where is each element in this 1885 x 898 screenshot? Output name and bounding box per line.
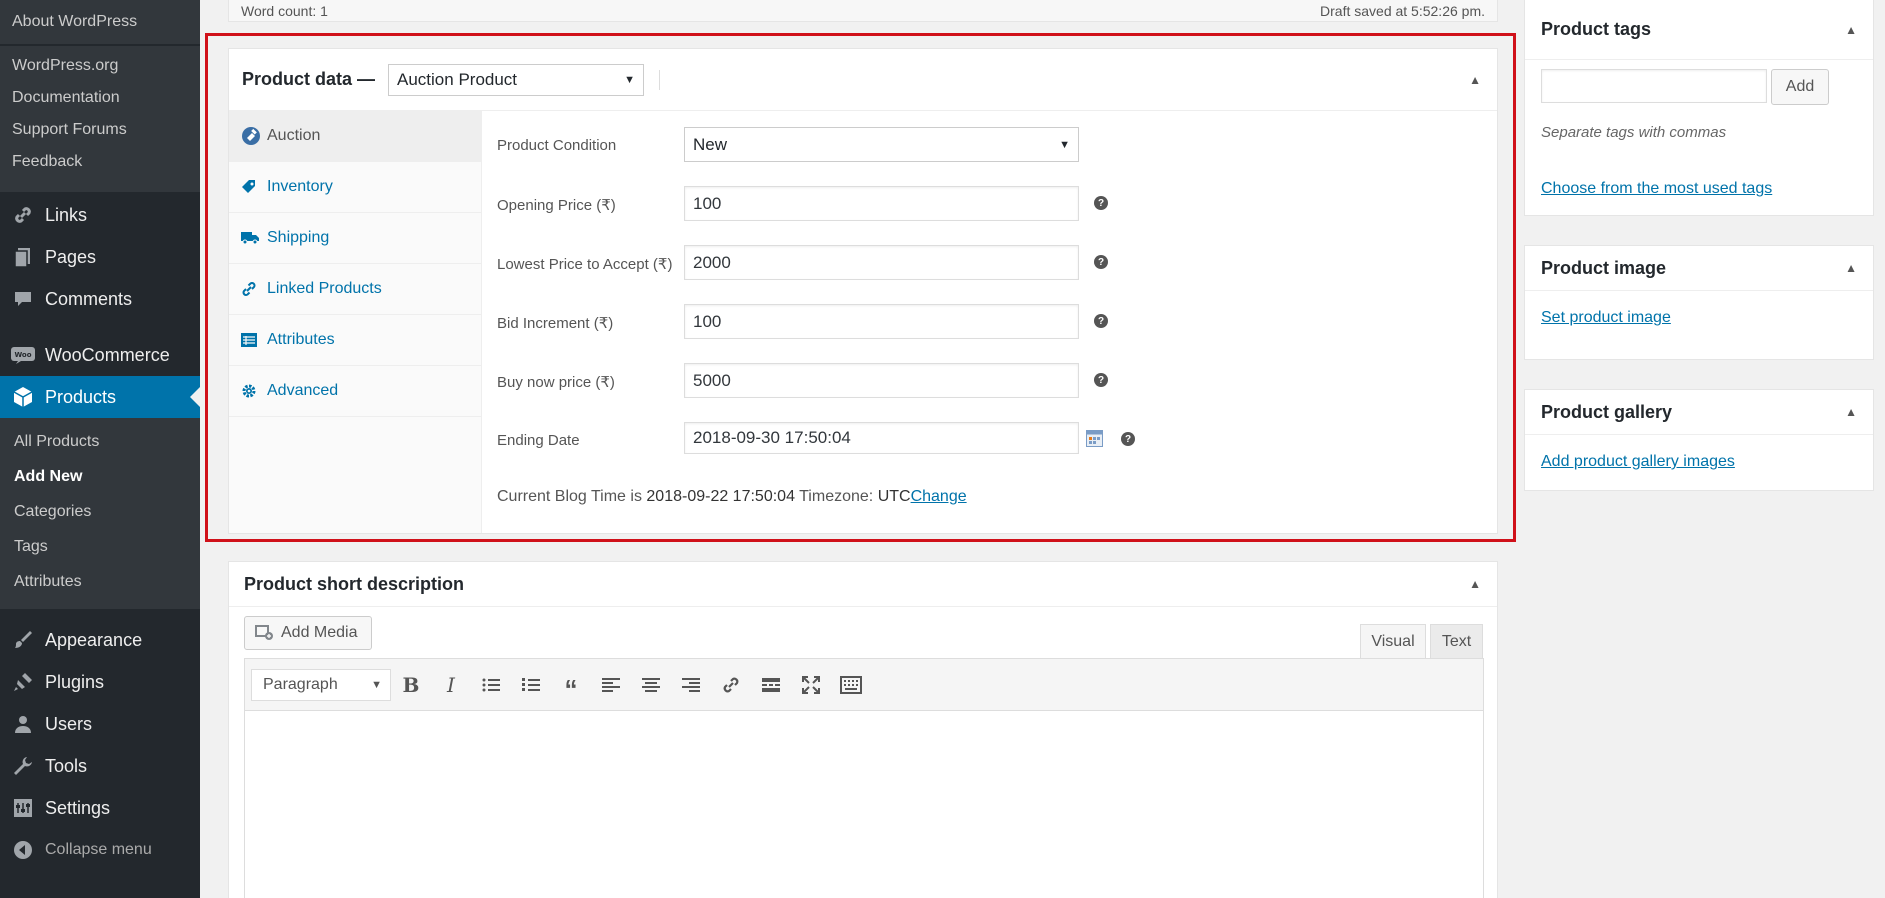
tab-visual[interactable]: Visual [1360, 624, 1426, 659]
collapse-menu-label: Collapse menu [45, 841, 152, 858]
collapse-toggle-icon[interactable]: ▲ [1469, 577, 1481, 591]
product-tags-box: Product tags ▲ Add Separate tags with co… [1524, 0, 1874, 216]
wp-links-submenu: WordPress.org Documentation Support Foru… [0, 46, 200, 192]
toolbar-toggle-icon[interactable] [831, 675, 871, 694]
choose-tags-link[interactable]: Choose from the most used tags [1541, 180, 1772, 198]
menu-woocommerce-label: WooCommerce [45, 344, 170, 365]
menu-comments[interactable]: Comments [0, 278, 200, 320]
short-description-editor[interactable]: Paragraph ▼ B I “ [244, 658, 1484, 898]
set-product-image-link[interactable]: Set product image [1541, 309, 1671, 327]
menu-settings[interactable]: Settings [0, 787, 200, 829]
settings-sliders-icon [0, 797, 45, 819]
menu-users[interactable]: Users [0, 703, 200, 745]
highlight-frame [205, 33, 1516, 542]
menu-plugins[interactable]: Plugins [0, 661, 200, 703]
woocommerce-icon: Woo [0, 345, 45, 365]
product-box-icon [0, 386, 45, 408]
paintbrush-icon [0, 629, 45, 651]
numbered-list-icon[interactable] [511, 677, 551, 693]
svg-text:Woo: Woo [14, 351, 31, 359]
attributes-link[interactable]: Attributes [0, 564, 200, 599]
product-tags-title: Product tags [1541, 19, 1652, 39]
menu-links-label: Links [45, 204, 88, 225]
tab-text[interactable]: Text [1430, 624, 1483, 659]
add-media-button[interactable]: Add Media [244, 616, 372, 650]
dropdown-caret-icon: ▼ [371, 678, 382, 691]
menu-links[interactable]: Links [0, 194, 200, 236]
categories-link[interactable]: Categories [0, 494, 200, 529]
tag-input[interactable] [1541, 69, 1767, 103]
bullet-list-icon[interactable] [471, 677, 511, 693]
collapse-toggle-icon[interactable]: ▲ [1845, 405, 1857, 419]
menu-appearance-label: Appearance [45, 629, 143, 650]
add-media-icon [255, 624, 275, 642]
align-right-icon[interactable] [671, 677, 711, 693]
product-gallery-box: Product gallery ▲ Add product gallery im… [1524, 389, 1874, 491]
product-tags-header: Product tags ▲ [1525, 0, 1873, 60]
tags-link[interactable]: Tags [0, 529, 200, 564]
product-image-header: Product image ▲ [1525, 246, 1873, 291]
collapse-toggle-icon[interactable]: ▲ [1845, 23, 1857, 37]
format-value: Paragraph [263, 675, 338, 693]
menu-users-label: Users [45, 713, 93, 734]
editor-status-bar: Word count: 1 Draft saved at 5:52:26 pm. [228, 0, 1498, 22]
comment-icon [0, 289, 45, 309]
menu-comments-label: Comments [45, 288, 133, 309]
menu-tools[interactable]: Tools [0, 745, 200, 787]
feedback-link[interactable]: Feedback [0, 146, 200, 178]
blockquote-icon[interactable]: “ [551, 668, 591, 702]
fullscreen-icon[interactable] [791, 675, 831, 694]
word-count: Word count: 1 [241, 2, 328, 19]
product-image-title: Product image [1541, 257, 1667, 278]
draft-saved-status: Draft saved at 5:52:26 pm. [1320, 2, 1485, 19]
menu-tools-label: Tools [45, 755, 88, 776]
product-gallery-title: Product gallery [1541, 401, 1673, 422]
menu-pages-label: Pages [45, 246, 97, 267]
align-left-icon[interactable] [591, 677, 631, 693]
collapse-icon [0, 840, 45, 860]
align-center-icon[interactable] [631, 677, 671, 693]
menu-settings-label: Settings [45, 797, 111, 818]
editor-toolbar: Paragraph ▼ B I “ [245, 659, 1483, 711]
tags-hint: Separate tags with commas [1541, 124, 1727, 141]
admin-sidebar: About WordPress WordPress.org Documentat… [0, 0, 200, 898]
menu-plugins-label: Plugins [45, 671, 105, 692]
insert-link-icon[interactable] [711, 675, 751, 695]
menu-appearance[interactable]: Appearance [0, 619, 200, 661]
link-icon [0, 204, 45, 226]
short-description-header: Product short description ▲ [229, 562, 1497, 607]
product-image-box: Product image ▲ Set product image [1524, 245, 1874, 360]
collapse-toggle-icon[interactable]: ▲ [1845, 261, 1857, 275]
documentation-link[interactable]: Documentation [0, 82, 200, 114]
short-description-title: Product short description [244, 573, 465, 594]
paragraph-format-select[interactable]: Paragraph ▼ [251, 668, 391, 701]
wordpress-org-link[interactable]: WordPress.org [0, 50, 200, 82]
plug-icon [0, 671, 45, 693]
about-wordpress-link[interactable]: About WordPress [0, 6, 200, 38]
menu-woocommerce[interactable]: Woo WooCommerce [0, 334, 200, 376]
product-gallery-header: Product gallery ▲ [1525, 390, 1873, 435]
wrench-icon [0, 755, 45, 777]
menu-products[interactable]: Products [0, 376, 200, 418]
all-products-link[interactable]: All Products [0, 424, 200, 459]
about-submenu: About WordPress [0, 0, 200, 44]
add-gallery-images-link[interactable]: Add product gallery images [1541, 453, 1735, 471]
short-description-box: Product short description ▲ Add Media Vi… [228, 561, 1498, 898]
menu-pages[interactable]: Pages [0, 236, 200, 278]
menu-products-label: Products [45, 386, 117, 407]
add-new-link[interactable]: Add New [0, 459, 200, 494]
pages-icon [0, 246, 45, 268]
support-forums-link[interactable]: Support Forums [0, 114, 200, 146]
add-tag-button[interactable]: Add [1771, 69, 1829, 105]
italic-icon[interactable]: I [431, 673, 471, 697]
read-more-icon[interactable] [751, 677, 791, 693]
bold-icon[interactable]: B [391, 673, 431, 697]
add-media-label: Add Media [281, 624, 358, 641]
user-icon [0, 714, 45, 734]
collapse-menu-button[interactable]: Collapse menu [0, 829, 200, 871]
products-submenu: All Products Add New Categories Tags Att… [0, 418, 200, 609]
